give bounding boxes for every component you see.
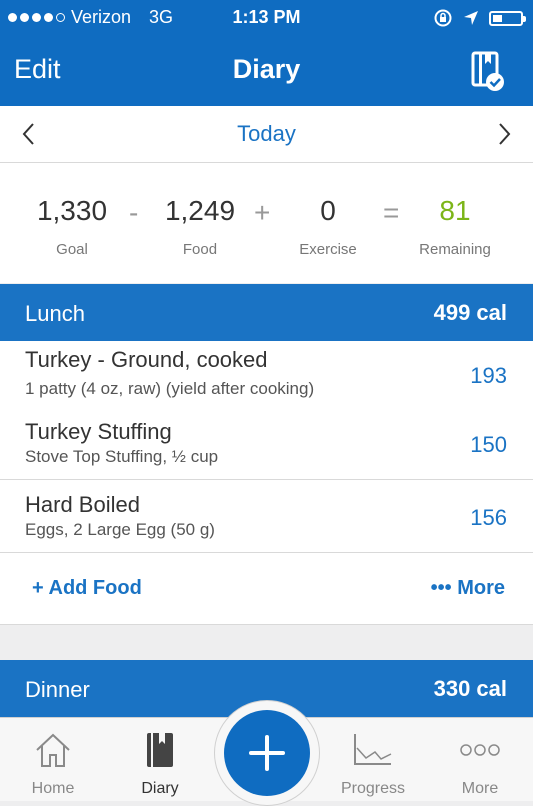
add-food-button[interactable]: + Add Food — [32, 577, 142, 600]
goal-label: Goal — [56, 241, 88, 258]
food-serving: Stove Top Stuffing, ½ cup — [25, 447, 219, 466]
exercise-label: Exercise — [299, 241, 357, 258]
nav-bar: Edit Diary — [0, 36, 533, 106]
tab-progress[interactable]: Progress — [323, 718, 423, 801]
meal-name: Lunch — [25, 301, 85, 326]
plus-operator: + — [254, 197, 271, 228]
meal-name: Dinner — [25, 677, 90, 702]
tab-more[interactable]: More — [430, 718, 530, 801]
food-title: Turkey Stuffing — [25, 419, 172, 444]
food-value: 1,249 — [164, 195, 236, 226]
tab-home[interactable]: Home — [3, 718, 103, 801]
quick-add-button[interactable] — [224, 710, 310, 796]
remaining-label: Remaining — [419, 241, 491, 258]
status-right — [433, 8, 526, 28]
tab-diary[interactable]: Diary — [110, 718, 210, 801]
food-entry[interactable]: Turkey Stuffing Stove Top Stuffing, ½ cu… — [0, 407, 533, 480]
battery-icon — [489, 10, 526, 26]
food-title: Turkey - Ground, cooked — [25, 347, 268, 372]
meal-actions: + Add Food ••• More — [0, 553, 533, 625]
minus-operator: - — [129, 197, 139, 228]
tab-label: Home — [31, 780, 75, 797]
food-serving: Eggs, 2 Large Egg (50 g) — [25, 520, 215, 539]
food-entry[interactable]: Hard Boiled Eggs, 2 Large Egg (50 g) 156 — [0, 480, 533, 553]
lunch-header: Lunch 499 cal — [0, 284, 533, 341]
food-entry[interactable]: Turkey - Ground, cooked 1 patty (4 oz, r… — [0, 341, 533, 414]
tab-label: Diary — [141, 780, 179, 797]
exercise-column: 0 Exercise — [278, 195, 378, 258]
meal-calories: 330 cal — [433, 676, 507, 701]
food-label: Food — [182, 241, 218, 258]
page-title: Diary — [232, 54, 301, 84]
status-bar: Verizon 3G 1:13 PM — [0, 0, 533, 36]
date-label[interactable]: Today — [0, 121, 533, 147]
tab-label: More — [461, 780, 499, 797]
next-day-chevron-icon[interactable] — [493, 121, 515, 147]
goal-value: 1,330 — [36, 195, 108, 226]
date-navigator: Today — [0, 106, 533, 163]
remaining-value: 81 — [439, 195, 471, 226]
food-calories: 193 — [470, 363, 507, 388]
rotation-lock-icon — [434, 9, 452, 27]
more-options-button[interactable]: ••• More — [431, 577, 505, 600]
food-title: Hard Boiled — [25, 492, 140, 517]
equals-operator: = — [383, 197, 400, 228]
home-icon — [36, 733, 70, 767]
food-column: 1,249 Food — [150, 195, 250, 258]
tab-label: Progress — [340, 780, 406, 797]
calorie-summary: 1,330 Goal - 1,249 Food + 0 Exercise = 8… — [0, 163, 533, 283]
exercise-value: 0 — [320, 195, 336, 226]
more-dots-icon — [460, 744, 500, 756]
food-serving: 1 patty (4 oz, raw) (yield after cooking… — [25, 379, 315, 398]
food-calories: 156 — [470, 505, 507, 530]
goal-column: 1,330 Goal — [22, 195, 122, 258]
food-calories: 150 — [470, 432, 507, 457]
remaining-column: 81 Remaining — [405, 195, 505, 258]
diary-complete-icon[interactable] — [471, 50, 505, 92]
meal-calories: 499 cal — [433, 300, 507, 325]
diary-icon — [147, 733, 173, 767]
progress-icon — [354, 734, 392, 765]
location-arrow-icon — [464, 11, 478, 25]
